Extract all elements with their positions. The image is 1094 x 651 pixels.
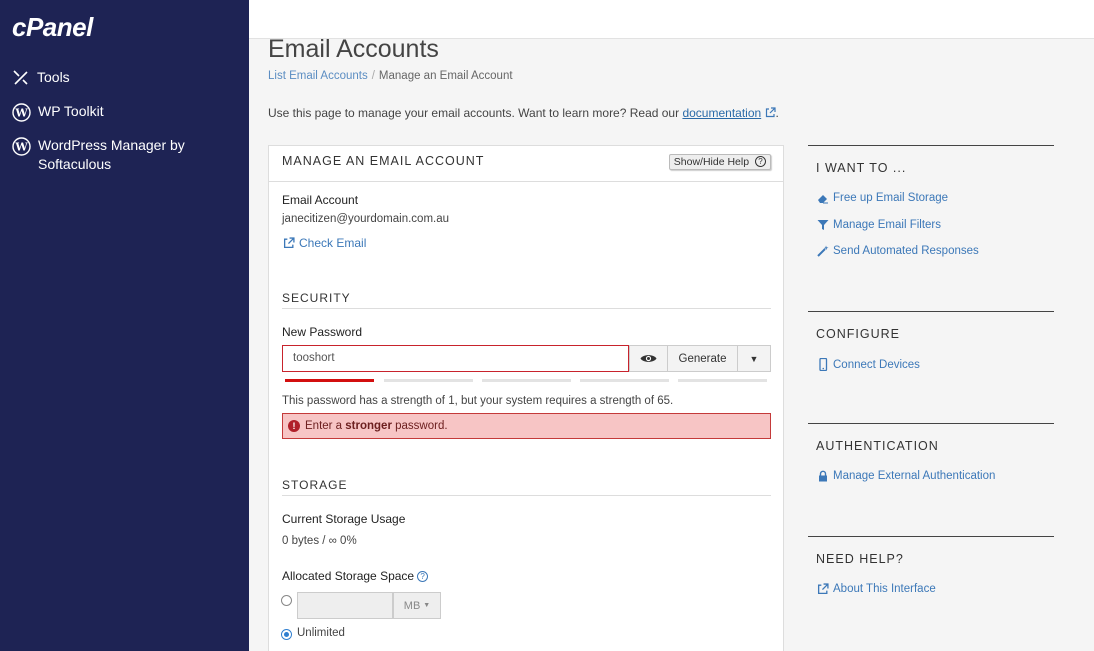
- intro-end: .: [775, 106, 779, 120]
- breadcrumb-current: Manage an Email Account: [378, 70, 513, 82]
- filter-icon: [817, 220, 829, 230]
- sidebar: cPanel Tools W WP Toolkit W WordPress Ma…: [0, 0, 249, 651]
- link-label: Send Automated Responses: [833, 245, 979, 257]
- strength-segment: [482, 379, 571, 382]
- link-label: Manage External Authentication: [833, 470, 996, 482]
- error-suffix: password.: [391, 420, 448, 432]
- i-want-to-title: I WANT TO ...: [816, 161, 907, 175]
- breadcrumb-separator: /: [371, 70, 375, 82]
- question-icon: ?: [755, 156, 766, 167]
- section-divider: [808, 423, 1054, 424]
- sidebar-item-label: WordPress Manager by Softaculous: [38, 137, 185, 172]
- error-text: Enter a stronger password.: [305, 420, 448, 432]
- strength-segment: [285, 379, 374, 382]
- panel-header: MANAGE AN EMAIL ACCOUNT Show/Hide Help ?: [269, 146, 783, 182]
- page-title: Email Accounts: [268, 35, 439, 63]
- error-emphasis: stronger: [345, 420, 392, 432]
- error-prefix: Enter a: [305, 420, 346, 432]
- caret-down-icon: ▼: [749, 353, 759, 364]
- panel-title: MANAGE AN EMAIL ACCOUNT: [282, 154, 485, 168]
- breadcrumb: List Email Accounts / Manage an Email Acco…: [268, 70, 513, 82]
- wordpress-icon: W: [12, 137, 31, 156]
- caret-down-icon: ▼: [423, 602, 431, 609]
- storage-section-title: STORAGE: [282, 478, 348, 492]
- password-error-alert: ! Enter a stronger password.: [282, 413, 771, 439]
- section-divider: [808, 145, 1054, 146]
- error-icon: !: [288, 420, 300, 432]
- security-section-title: SECURITY: [282, 291, 351, 305]
- generate-password-button[interactable]: Generate: [667, 345, 738, 372]
- help-icon[interactable]: ?: [417, 571, 429, 582]
- about-this-interface-link[interactable]: About This Interface: [817, 583, 936, 595]
- show-password-button[interactable]: [629, 345, 668, 372]
- sidebar-item-label: WP Toolkit: [38, 103, 104, 119]
- cpanel-logo[interactable]: cPanel: [12, 12, 93, 43]
- wordpress-icon: W: [12, 103, 31, 122]
- link-label: About This Interface: [833, 583, 936, 595]
- quota-input[interactable]: [297, 592, 393, 619]
- eraser-icon: [818, 194, 828, 203]
- magic-wand-icon: [817, 245, 829, 257]
- generate-options-dropdown[interactable]: ▼: [737, 345, 771, 372]
- new-password-label: New Password: [282, 325, 363, 339]
- section-divider: [282, 495, 771, 496]
- sidebar-item-wordpress-manager[interactable]: W WordPress Manager by Softaculous: [12, 136, 232, 174]
- link-label: Connect Devices: [833, 358, 920, 371]
- breadcrumb-list-email-accounts[interactable]: List Email Accounts: [268, 70, 368, 82]
- mobile-icon: [819, 358, 828, 371]
- current-storage-value: 0 bytes / ∞ 0%: [282, 535, 357, 547]
- quota-limited-radio[interactable]: [281, 595, 292, 606]
- sidebar-item-tools[interactable]: Tools: [12, 68, 70, 87]
- external-link-icon: [817, 583, 829, 595]
- manage-email-filters-link[interactable]: Manage Email Filters: [817, 219, 941, 231]
- free-up-storage-link[interactable]: Free up Email Storage: [817, 192, 948, 204]
- intro-text: Use this page to manage your email accou…: [268, 106, 779, 120]
- manage-email-panel: MANAGE AN EMAIL ACCOUNT Show/Hide Help ?…: [268, 145, 784, 651]
- check-email-label: Check Email: [299, 236, 367, 250]
- sidebar-item-label: Tools: [37, 69, 70, 85]
- strength-message: This password has a strength of 1, but y…: [282, 395, 674, 407]
- check-email-link[interactable]: Check Email: [283, 236, 366, 250]
- show-hide-help-button[interactable]: Show/Hide Help ?: [668, 154, 771, 170]
- external-link-icon: [765, 107, 776, 118]
- tools-icon: [13, 70, 28, 85]
- documentation-link[interactable]: documentation: [682, 106, 761, 120]
- sidebar-item-wp-toolkit[interactable]: W WP Toolkit: [12, 102, 104, 122]
- need-help-title: NEED HELP?: [816, 552, 904, 566]
- lock-icon: [819, 470, 827, 482]
- link-label: Manage Email Filters: [833, 219, 942, 231]
- external-link-icon: [283, 237, 295, 249]
- manage-external-authentication-link[interactable]: Manage External Authentication: [817, 470, 995, 482]
- strength-segment: [580, 379, 669, 382]
- section-divider: [282, 308, 771, 309]
- quota-unit-select[interactable]: MB ▼: [393, 592, 441, 619]
- send-automated-responses-link[interactable]: Send Automated Responses: [817, 245, 979, 257]
- strength-segment: [678, 379, 767, 382]
- email-account-label: Email Account: [282, 193, 359, 207]
- unlimited-label: Unlimited: [297, 627, 345, 639]
- svg-text:W: W: [14, 107, 28, 120]
- connect-devices-link[interactable]: Connect Devices: [817, 358, 920, 371]
- new-password-input[interactable]: tooshort: [282, 345, 629, 372]
- section-divider: [808, 311, 1054, 312]
- quota-unit-label: MB: [403, 599, 421, 612]
- strength-segment: [384, 379, 473, 382]
- allocated-storage-label: Allocated Storage Space?: [282, 569, 429, 583]
- eye-icon: [640, 355, 657, 362]
- section-divider: [808, 536, 1054, 537]
- help-button-label: Show/Hide Help: [673, 156, 750, 168]
- quota-unlimited-radio[interactable]: [281, 629, 292, 640]
- svg-text:W: W: [14, 141, 28, 154]
- allocated-storage-text: Allocated Storage Space: [282, 569, 415, 583]
- current-storage-label: Current Storage Usage: [282, 512, 406, 526]
- intro-text-body: Use this page to manage your email accou…: [268, 106, 683, 120]
- link-label: Free up Email Storage: [833, 192, 949, 204]
- top-bar: [249, 0, 1094, 39]
- authentication-title: AUTHENTICATION: [816, 439, 939, 453]
- email-account-value: janecitizen@yourdomain.com.au: [282, 213, 450, 225]
- configure-title: CONFIGURE: [816, 327, 900, 341]
